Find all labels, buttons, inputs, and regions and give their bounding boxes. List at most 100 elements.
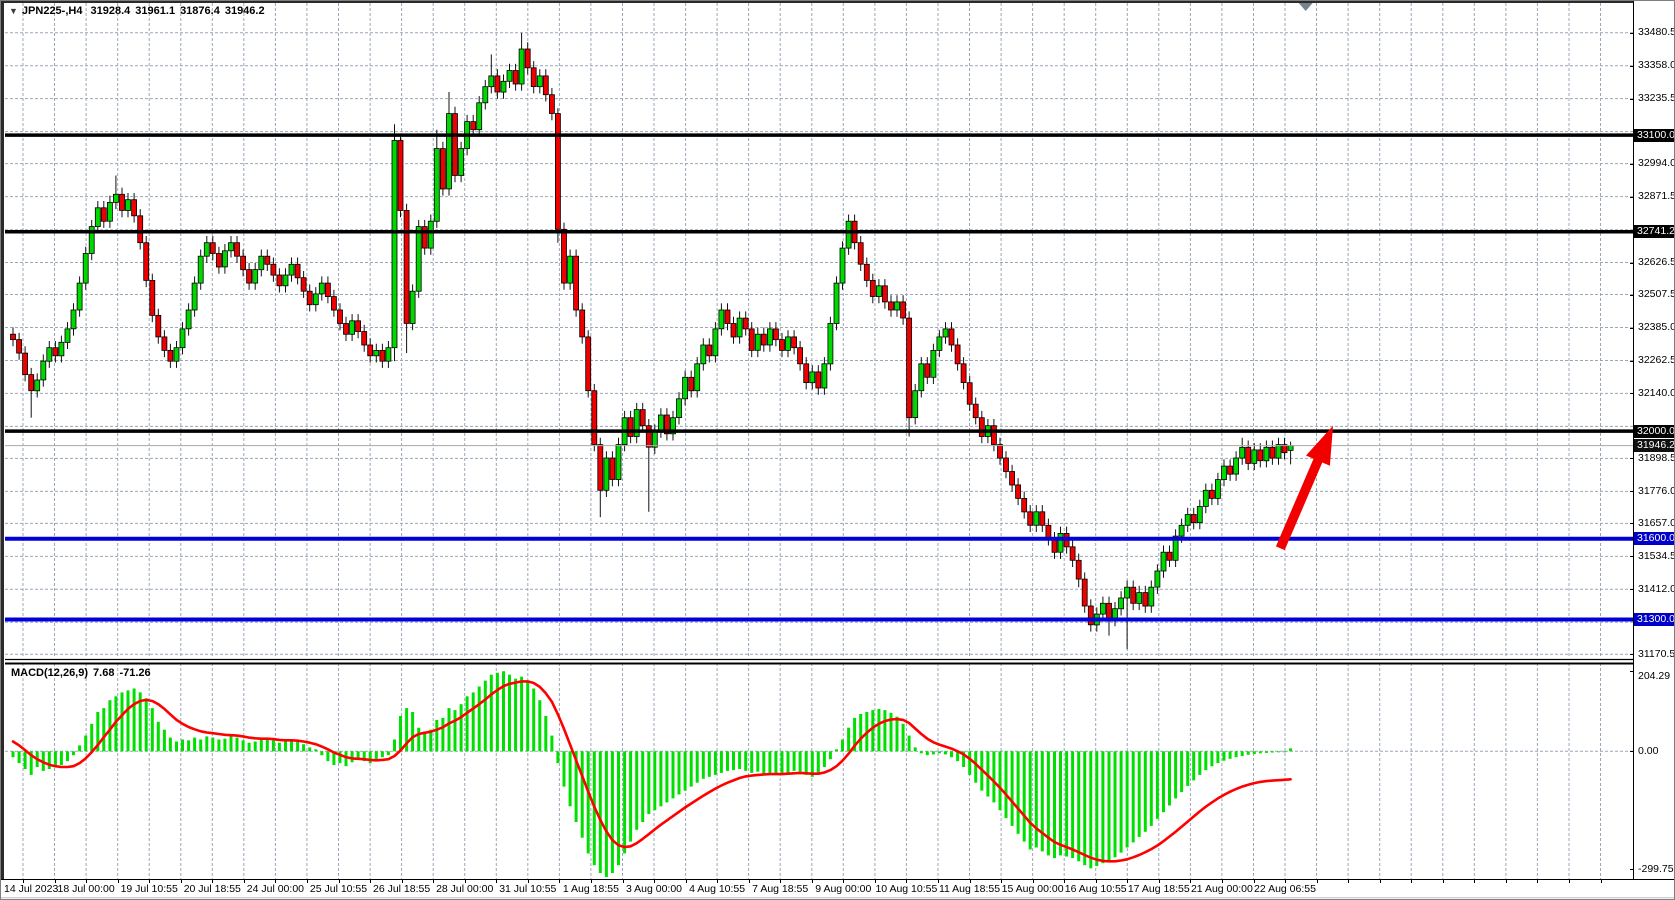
macd-signal-value: -71.26 [119, 667, 150, 679]
macd-bar [345, 751, 348, 766]
macd-bar [653, 751, 656, 810]
macd-bar [556, 751, 559, 763]
macd-bar [563, 751, 566, 786]
macd-bar [1186, 751, 1189, 786]
macd-bar [369, 751, 372, 763]
time-tick [1569, 880, 1570, 883]
time-tick [496, 880, 497, 883]
time-axis-label: 16 Aug 10:55 [1065, 883, 1127, 895]
candle-body [1082, 579, 1087, 606]
macd-bar [1210, 751, 1213, 766]
candle-body [1137, 593, 1142, 604]
candle-body [761, 334, 766, 345]
macd-bar [847, 728, 850, 752]
candle-body [1270, 447, 1275, 458]
candle-body [150, 280, 155, 315]
macd-bar [302, 744, 305, 751]
close-value: 31946.2 [225, 5, 265, 17]
macd-bar [1247, 751, 1250, 755]
time-axis-label: 26 Jul 18:55 [373, 883, 430, 895]
time-tick [686, 880, 687, 883]
macd-bar [169, 738, 172, 752]
macd-main-value: 7.68 [93, 667, 114, 679]
candle-body [331, 297, 336, 311]
macd-bar [1235, 751, 1238, 757]
macd-bar [490, 675, 493, 752]
time-tick [749, 880, 750, 883]
candle-body [555, 114, 560, 230]
price-tick [1630, 523, 1634, 524]
price-tick [1630, 458, 1634, 459]
macd-bar [1229, 751, 1232, 759]
candle-body [277, 275, 282, 286]
time-axis[interactable]: 14 Jul 202318 Jul 00:0019 Jul 10:5520 Ju… [1, 879, 1675, 897]
candle-body [846, 221, 851, 248]
candle-body [162, 337, 167, 351]
candle-body [180, 329, 185, 348]
macd-bar [1265, 751, 1268, 753]
bar-shift-marker-icon[interactable] [1299, 3, 1313, 11]
macd-bar [817, 751, 820, 773]
candle-body [1076, 560, 1081, 579]
candle-body [95, 208, 100, 227]
candle-body [907, 318, 912, 418]
macd-bar [720, 751, 723, 773]
macd-bar [278, 743, 281, 752]
macd-bar [1126, 751, 1129, 847]
candle-body [1276, 445, 1281, 459]
macd-bar [48, 751, 51, 769]
price-tick [1630, 491, 1634, 492]
candle-body [216, 254, 221, 268]
macd-bar [296, 742, 299, 751]
candle-body [1252, 450, 1257, 464]
candle-body [344, 324, 349, 335]
time-axis-label: 4 Aug 10:55 [689, 883, 745, 895]
price-tag-32741.2[interactable]: 32741.2 [1634, 225, 1675, 238]
macd-bar [974, 751, 977, 782]
macd-bar [672, 751, 675, 798]
macd-bar [151, 708, 154, 751]
macd-bar [1138, 751, 1141, 837]
macd-bar [1095, 751, 1098, 866]
macd-bar [248, 743, 251, 752]
macd-bar [1241, 751, 1244, 756]
trend-arrow[interactable] [1280, 426, 1333, 549]
time-tick [1537, 880, 1538, 883]
macd-bar [647, 751, 650, 814]
macd-bar [617, 751, 620, 865]
candle-body [289, 264, 294, 275]
macd-bar [1077, 751, 1080, 861]
price-axis-label: 31170.5 [1638, 648, 1675, 661]
price-axis[interactable]: 33480.533358.033235.532994.032871.532626… [1633, 1, 1675, 879]
candle-body [931, 350, 936, 377]
macd-bar [1271, 751, 1274, 752]
candle-body [967, 383, 972, 405]
time-axis-label: 31 Jul 10:55 [499, 883, 556, 895]
candle-body [1034, 512, 1039, 526]
candle-body [338, 310, 343, 324]
price-tag-31600.0[interactable]: 31600.0 [1634, 532, 1675, 545]
price-tag-33100.0[interactable]: 33100.0 [1634, 129, 1675, 142]
pane-separator[interactable] [5, 658, 1633, 664]
macd-bar [526, 681, 529, 752]
macd-bar [883, 710, 886, 751]
macd-bar [441, 718, 444, 751]
chevron-down-icon[interactable]: ▼ [9, 6, 18, 16]
price-tick [1630, 361, 1634, 362]
candle-body [780, 340, 785, 351]
candle-body [773, 329, 778, 340]
price-tag-32000.0[interactable]: 32000.0 [1634, 425, 1675, 438]
candle-body [973, 404, 978, 418]
candle-body [1149, 587, 1154, 606]
candle-body [356, 321, 361, 332]
chart-canvas[interactable] [5, 3, 1633, 879]
time-axis-label: 9 Aug 00:00 [815, 883, 871, 895]
price-tag-31300.0[interactable]: 31300.0 [1634, 613, 1675, 626]
price-axis-label: 31534.5 [1638, 550, 1675, 563]
open-value: 31928.4 [91, 5, 131, 17]
price-axis-label: 31776.0 [1638, 485, 1675, 498]
candle-body [368, 345, 373, 356]
price-axis-label: 33480.5 [1638, 26, 1675, 39]
macd-bar [823, 751, 826, 767]
candle-body [798, 348, 803, 364]
